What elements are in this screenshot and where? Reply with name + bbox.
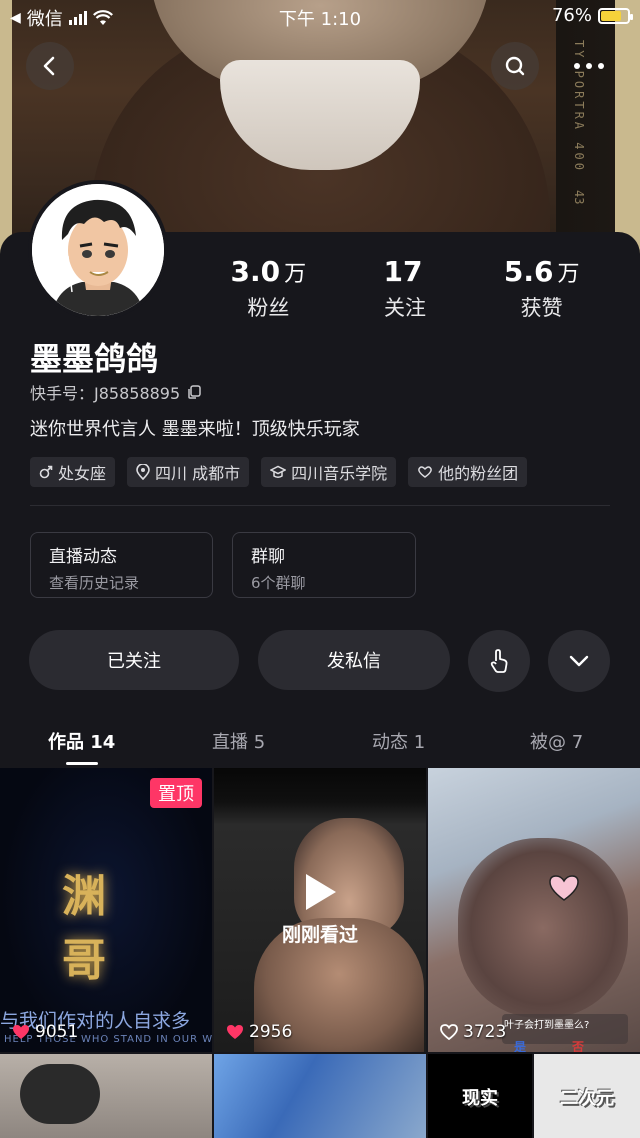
video-1-likes: 9051 [12, 1022, 78, 1042]
play-button[interactable] [214, 872, 426, 916]
video-2-likes: 2956 [226, 1022, 292, 1042]
profile-tags: 处女座 四川 成都市 四川音乐学院 他的粉丝团 [30, 457, 528, 487]
video-2-likes-count: 2956 [249, 1022, 293, 1042]
tab-mentioned[interactable]: 被@ 7 [530, 728, 583, 754]
avatar[interactable] [28, 180, 168, 320]
search-icon [505, 56, 525, 76]
tag-fan-group-label: 他的粉丝团 [438, 464, 519, 483]
live-history-sub: 查看历史记录 [49, 574, 140, 592]
profile-stats: 3.0 万 粉丝 17 关注 5.6 万 获赞 [200, 255, 610, 322]
profile-bio: 迷你世界代言人 墨墨来啦！顶级快乐玩家 [30, 419, 360, 440]
male-icon [39, 465, 53, 479]
video-1-likes-count: 9051 [35, 1022, 79, 1042]
fan-group-icon [418, 466, 432, 478]
clock: 下午 1:10 [278, 9, 362, 30]
stat-likes-label: 获赞 [520, 296, 563, 320]
stat-following-number: 17 [383, 255, 423, 288]
video-3-likes: 3723 [440, 1022, 506, 1042]
poke-button[interactable] [468, 630, 530, 692]
video-tile-6-left[interactable]: 现实 [428, 1054, 532, 1138]
avatar-illustration [32, 184, 164, 316]
video-tile-2[interactable]: 刚刚看过 2956 [214, 768, 426, 1052]
heart-sticker-icon [549, 875, 579, 901]
video-1-title: 渊 哥 [62, 871, 150, 986]
message-button-label: 发私信 [327, 651, 381, 672]
copy-icon[interactable] [186, 384, 202, 400]
stat-likes[interactable]: 5.6 万 获赞 [473, 255, 610, 322]
hand-pointer-icon [490, 649, 508, 673]
kuaishou-id-text: 快手号：J85858895 [30, 384, 181, 403]
stat-likes-number: 5.6 [503, 255, 554, 288]
video-4-glasses [20, 1064, 100, 1124]
tag-constellation-label: 处女座 [58, 464, 107, 483]
video-6-label-right: 二次元 [560, 1088, 614, 1109]
profile-name: 墨墨鸽鸽 [30, 340, 159, 378]
heart-filled-icon [227, 1025, 243, 1039]
more-dots-icon [574, 63, 604, 69]
film-frame-left [0, 0, 12, 260]
divider [30, 505, 610, 506]
video-tile-3[interactable]: 叶子会打到墨墨么? 是 否 3723 [428, 768, 640, 1052]
group-chat-box[interactable]: 群聊 6个群聊 [232, 532, 416, 598]
group-chat-sub: 6个群聊 [251, 574, 306, 592]
followed-button-label: 已关注 [107, 651, 161, 672]
battery-icon [598, 7, 633, 24]
live-history-box[interactable]: 直播动态 查看历史记录 [30, 532, 213, 598]
video-tile-6-right[interactable]: 二次元 [534, 1054, 640, 1138]
group-chat-title: 群聊 [251, 547, 285, 567]
stat-fans-number: 3.0 [230, 255, 281, 288]
video-3-yes: 是 [514, 1040, 527, 1052]
heart-filled-icon [13, 1025, 29, 1039]
video-3-heart-sticker [548, 874, 580, 906]
tag-location-label: 四川 成都市 [155, 464, 241, 483]
video-3-question: 叶子会打到墨墨么? [504, 1020, 590, 1031]
video-tile-1[interactable]: 置顶 渊 哥 与我们作对的人自求多 HELP THOSE WHO STAND I… [0, 768, 212, 1052]
graduation-icon [270, 465, 287, 478]
video-3-blur [458, 838, 628, 1018]
chevron-down-icon [569, 655, 589, 667]
expand-button[interactable] [548, 630, 610, 692]
stat-following-label: 关注 [384, 296, 426, 320]
live-history-title: 直播动态 [49, 547, 117, 567]
content-tabs: 作品 14 直播 5 动态 1 被@ 7 [0, 720, 640, 765]
location-icon [136, 464, 150, 480]
tag-school[interactable]: 四川音乐学院 [261, 457, 397, 487]
kuaishou-id: 快手号：J85858895 [30, 380, 202, 404]
stat-fans[interactable]: 3.0 万 粉丝 [200, 255, 337, 322]
tab-works[interactable]: 作品 14 [48, 728, 115, 754]
heart-outline-icon [440, 1024, 458, 1040]
tab-active-indicator [66, 762, 98, 765]
search-button[interactable] [491, 42, 539, 90]
status-bar: ◀ 微信 下午 1:10 76% [0, 0, 640, 32]
tag-location[interactable]: 四川 成都市 [127, 457, 250, 487]
film-number: 43 [572, 190, 586, 205]
stat-following[interactable]: 17 关注 [337, 255, 474, 322]
video-tile-4[interactable] [0, 1054, 212, 1138]
tag-fan-group[interactable]: 他的粉丝团 [408, 457, 528, 487]
tag-school-label: 四川音乐学院 [291, 464, 388, 483]
just-watched-label: 刚刚看过 [281, 924, 358, 946]
battery-percent: 76% [551, 5, 592, 26]
message-button[interactable]: 发私信 [258, 630, 450, 690]
chevron-left-icon [43, 56, 55, 76]
back-button[interactable] [26, 42, 74, 90]
tab-live[interactable]: 直播 5 [212, 728, 265, 754]
tag-constellation[interactable]: 处女座 [30, 457, 116, 487]
pinned-badge: 置顶 [150, 778, 202, 808]
video-3-likes-count: 3723 [463, 1022, 507, 1042]
followed-button[interactable]: 已关注 [29, 630, 239, 690]
video-tile-5[interactable] [214, 1054, 426, 1138]
video-3-no: 否 [572, 1040, 585, 1052]
tab-moments[interactable]: 动态 1 [372, 728, 425, 754]
stat-fans-unit: 万 [284, 262, 307, 287]
stat-likes-unit: 万 [557, 262, 580, 287]
play-icon [306, 874, 336, 910]
more-button[interactable] [565, 42, 613, 90]
video-6-label-left: 现实 [462, 1088, 498, 1109]
stat-fans-label: 粉丝 [247, 296, 290, 320]
